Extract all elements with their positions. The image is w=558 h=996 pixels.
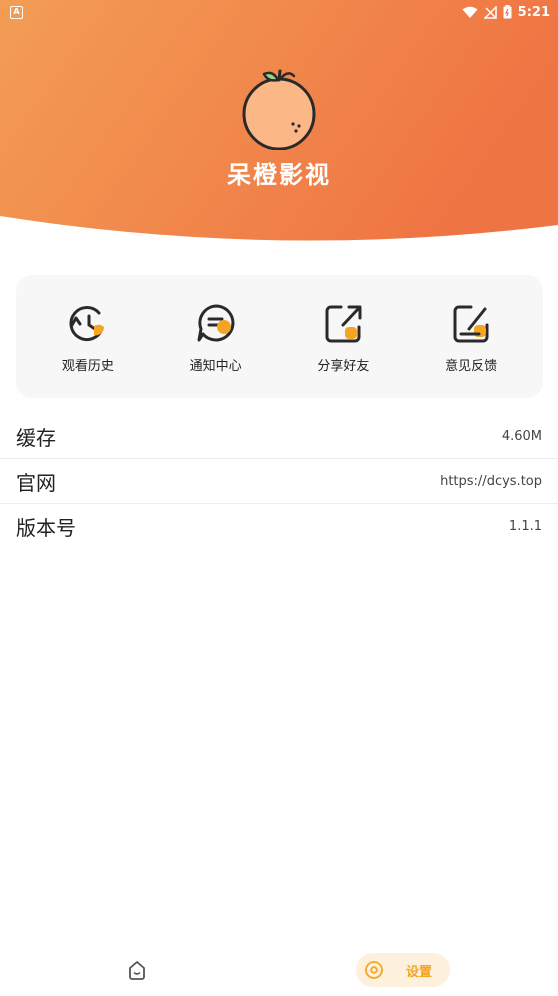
battery-icon: [503, 5, 512, 19]
bottom-nav: 设置: [0, 944, 558, 996]
status-bar: A 5:21: [0, 0, 558, 24]
notification-label: 通知中心: [189, 359, 242, 374]
status-app-icon: A: [10, 5, 23, 19]
nav-settings-label: 设置: [406, 964, 433, 980]
no-signal-icon: [483, 5, 497, 19]
quick-actions-card: 观看历史 通知中心 分享好友 意见反馈: [16, 275, 543, 398]
nav-settings-button[interactable]: 设置: [356, 953, 450, 987]
share-icon: [325, 305, 362, 343]
cache-value: 4.60M: [501, 428, 542, 444]
share-button[interactable]: 分享好友: [288, 299, 398, 374]
cache-title: 缓存: [16, 425, 56, 450]
version-value: 1.1.1: [508, 519, 542, 534]
share-label: 分享好友: [317, 359, 370, 374]
orange-logo-icon: [238, 68, 320, 151]
app-title: 呆橙影视: [227, 161, 331, 189]
home-icon: [129, 961, 145, 980]
history-button[interactable]: 观看历史: [33, 299, 143, 374]
feedback-icon: [453, 305, 489, 343]
version-title: 版本号: [16, 516, 76, 540]
history-icon: [69, 306, 104, 342]
nav-home-button[interactable]: [126, 959, 148, 981]
website-title: 官网: [16, 470, 56, 495]
history-label: 观看历史: [61, 359, 114, 374]
header: A 5:21 呆橙影视: [0, 0, 558, 250]
website-value: https://dcys.top: [440, 473, 542, 489]
message-icon: [197, 304, 235, 342]
website-row[interactable]: 官网 https://dcys.top: [0, 459, 558, 504]
cache-row[interactable]: 缓存 4.60M: [0, 414, 558, 459]
feedback-label: 意见反馈: [445, 359, 498, 374]
settings-icon: [365, 961, 383, 979]
wifi-icon: [462, 6, 478, 18]
status-time: 5:21: [517, 4, 550, 20]
version-row[interactable]: 版本号 1.1.1: [0, 504, 558, 549]
notification-center-button[interactable]: 通知中心: [161, 299, 271, 374]
feedback-button[interactable]: 意见反馈: [416, 299, 526, 374]
settings-list: 缓存 4.60M 官网 https://dcys.top 版本号 1.1.1: [0, 414, 558, 549]
